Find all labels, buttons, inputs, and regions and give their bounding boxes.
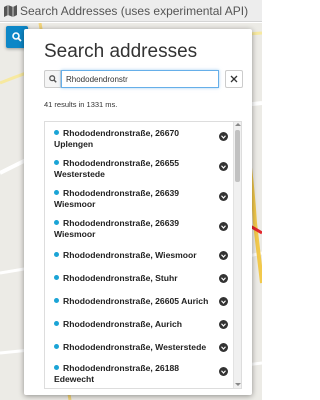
- list-item[interactable]: Rhododendronstraße, 26639 Wiesmoor: [45, 184, 234, 214]
- chevron-down-icon[interactable]: [219, 192, 228, 201]
- chevron-down-icon[interactable]: [219, 343, 228, 352]
- list-item[interactable]: Rhododendronstraße, Wiesmoor: [45, 244, 234, 267]
- list-item-label: Rhododendronstraße, 26639 Wiesmoor: [54, 218, 180, 239]
- chevron-down-icon[interactable]: [219, 251, 228, 260]
- panel-title: Search addresses: [44, 41, 198, 62]
- results-count: 41 results in 1331 ms.: [44, 100, 118, 109]
- result-list: Rhododendronstraße, 26670 Uplengen Rhodo…: [44, 121, 242, 389]
- list-item-label: Rhododendronstraße, 26188 Edewecht: [54, 363, 180, 384]
- list-item[interactable]: Rhododendronstraße, 26188 Edewecht: [45, 359, 234, 388]
- chevron-down-icon[interactable]: [219, 132, 228, 141]
- chevron-down-icon[interactable]: [219, 320, 228, 329]
- chevron-down-icon[interactable]: [219, 297, 228, 306]
- list-item-label: Rhododendronstraße, Stuhr: [63, 273, 178, 283]
- marker-dot-icon: [54, 190, 59, 195]
- marker-dot-icon: [54, 130, 59, 135]
- list-item-label: Rhododendronstraße, 26655 Westerstede: [54, 158, 180, 179]
- marker-dot-icon: [54, 220, 59, 225]
- marker-dot-icon: [54, 344, 59, 349]
- search-input[interactable]: [61, 70, 219, 88]
- list-item-label: Rhododendronstraße, Wiesmoor: [63, 250, 197, 260]
- marker-dot-icon: [54, 298, 59, 303]
- topbar: Search Addresses (uses experimental API): [0, 0, 262, 22]
- list-item[interactable]: Rhododendronstraße, Aurich: [45, 313, 234, 336]
- clear-search-button[interactable]: [225, 70, 243, 88]
- scroll-up-icon[interactable]: [235, 123, 241, 126]
- chevron-down-icon[interactable]: [219, 162, 228, 171]
- marker-dot-icon: [54, 252, 59, 257]
- list-item[interactable]: Rhododendronstraße, 26655 Westerstede: [45, 154, 234, 184]
- marker-dot-icon: [54, 365, 59, 370]
- marker-dot-icon: [54, 275, 59, 280]
- list-item[interactable]: Rhododendronstraße, 26605 Aurich: [45, 290, 234, 313]
- scroll-thumb[interactable]: [235, 130, 240, 182]
- marker-dot-icon: [54, 160, 59, 165]
- list-item-label: Rhododendronstraße, Westerstede: [63, 342, 207, 352]
- marker-dot-icon: [54, 321, 59, 326]
- chevron-down-icon[interactable]: [219, 222, 228, 231]
- search-panel: Search addresses 41 results in 1331 ms. …: [24, 29, 252, 395]
- list-item[interactable]: Rhododendronstraße, 26639 Wiesmoor: [45, 214, 234, 244]
- result-items: Rhododendronstraße, 26670 Uplengen Rhodo…: [45, 124, 234, 388]
- map-icon: [4, 4, 17, 17]
- topbar-title: Search Addresses (uses experimental API): [20, 3, 249, 18]
- scrollbar[interactable]: [233, 122, 241, 388]
- list-item-label: Rhododendronstraße, 26605 Aurich: [63, 296, 209, 306]
- scroll-down-icon[interactable]: [235, 383, 241, 386]
- list-item-label: Rhododendronstraße, Aurich: [63, 319, 183, 329]
- list-item[interactable]: Rhododendronstraße, Stuhr: [45, 267, 234, 290]
- list-item-label: Rhododendronstraße, 26670 Uplengen: [54, 128, 180, 149]
- search-row: [44, 70, 244, 88]
- search-icon: [12, 32, 22, 42]
- list-item[interactable]: Rhododendronstraße, 26670 Uplengen: [45, 124, 234, 154]
- list-item[interactable]: Rhododendronstraße, Westerstede: [45, 336, 234, 359]
- search-icon: [44, 70, 61, 88]
- close-icon: [230, 75, 238, 83]
- chevron-down-icon[interactable]: [219, 274, 228, 283]
- chevron-down-icon[interactable]: [219, 367, 228, 376]
- list-item-label: Rhododendronstraße, 26639 Wiesmoor: [54, 188, 180, 209]
